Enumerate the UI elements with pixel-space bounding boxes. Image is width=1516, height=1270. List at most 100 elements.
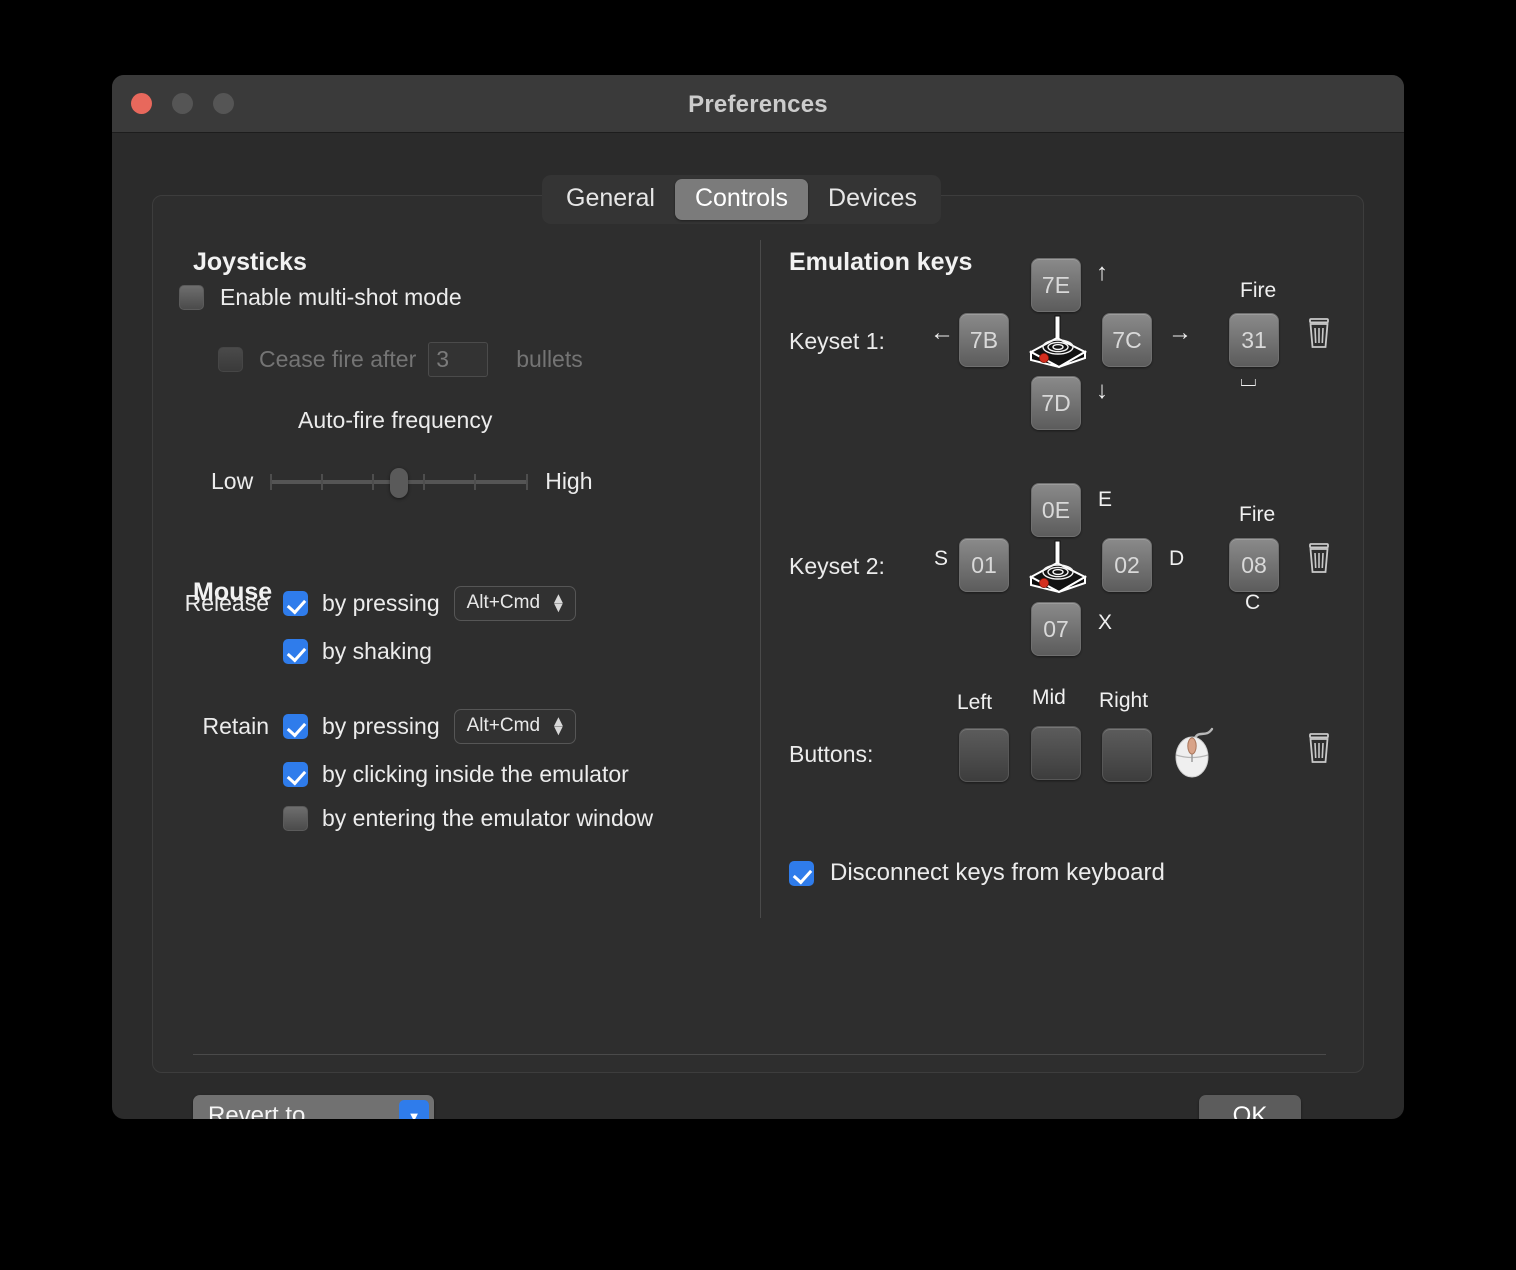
buttons-right-key[interactable] bbox=[1102, 728, 1152, 782]
keyset1-up-hint: ↑ bbox=[1096, 259, 1108, 286]
keyset1-row-label: Keyset 1: bbox=[789, 328, 885, 354]
buttons-row-label: Buttons: bbox=[789, 741, 874, 767]
auto-fire-slider[interactable] bbox=[270, 461, 529, 501]
buttons-mid-column-header: Mid bbox=[1032, 686, 1066, 709]
controls-panel: Joysticks Enable multi-shot mode Cease f… bbox=[152, 195, 1364, 1119]
retain-by-pressing-checkbox[interactable] bbox=[283, 714, 308, 739]
keyset2-right-hint: D bbox=[1169, 547, 1185, 570]
buttons-mid-key[interactable] bbox=[1031, 726, 1081, 780]
buttons-left-column-header: Left bbox=[957, 691, 993, 714]
keyset2-up-hint: E bbox=[1098, 488, 1113, 511]
release-modifier-value: Alt+Cmd bbox=[466, 592, 541, 613]
release-row-label: Release bbox=[184, 590, 269, 616]
keyset1-clear-trash-icon[interactable] bbox=[1304, 316, 1334, 350]
release-by-pressing-label: by pressing bbox=[322, 590, 440, 616]
revert-to-label: Revert to... bbox=[208, 1102, 326, 1119]
keyset2-fire-label: Fire bbox=[1239, 503, 1276, 526]
keyset1-left-hint: ← bbox=[930, 319, 954, 346]
auto-fire-frequency-label: Auto-fire frequency bbox=[298, 407, 493, 433]
auto-fire-slider-row: Low High bbox=[211, 461, 593, 501]
keyset1-right-key[interactable]: 7C bbox=[1102, 313, 1152, 367]
retain-by-pressing-label: by pressing bbox=[322, 713, 440, 739]
slider-tick bbox=[423, 474, 426, 490]
horizontal-divider bbox=[193, 1054, 1326, 1055]
disconnect-keys-checkbox[interactable] bbox=[789, 860, 814, 886]
keyset1-right-hint: → bbox=[1168, 319, 1192, 346]
slider-tick bbox=[474, 474, 477, 490]
keyset2-fire-key[interactable]: 08 bbox=[1229, 538, 1279, 592]
keyset2-clear-trash-icon[interactable] bbox=[1304, 541, 1334, 575]
slider-tick bbox=[526, 474, 529, 490]
mouse-group-gap bbox=[153, 682, 760, 709]
keyset2-down-key[interactable]: 07 bbox=[1031, 602, 1081, 656]
slider-tick bbox=[321, 474, 324, 490]
disconnect-keys-label: Disconnect keys from keyboard bbox=[830, 859, 1165, 886]
keyset1-down-hint: ↓ bbox=[1096, 377, 1108, 404]
keyset2-left-hint: S bbox=[934, 547, 949, 570]
release-by-pressing-checkbox[interactable] bbox=[283, 591, 308, 616]
cease-fire-label-before: Cease fire after bbox=[259, 346, 417, 372]
keyset2-right-key[interactable]: 02 bbox=[1102, 538, 1152, 592]
tab-bar: General Controls Devices bbox=[542, 175, 941, 224]
cease-fire-checkbox[interactable] bbox=[218, 347, 243, 372]
vertical-divider bbox=[760, 240, 761, 918]
keyset2-fire-hint: C bbox=[1245, 591, 1261, 614]
keyset1-fire-key[interactable]: 31 bbox=[1229, 313, 1279, 367]
keyset2-down-hint: X bbox=[1098, 611, 1113, 634]
tab-devices[interactable]: Devices bbox=[808, 179, 937, 220]
retain-by-entering-label: by entering the emulator window bbox=[322, 805, 654, 831]
retain-modifier-popup[interactable]: Alt+Cmd ▲ ▼ bbox=[453, 709, 576, 744]
release-modifier-popup[interactable]: Alt+Cmd ▲ ▼ bbox=[453, 586, 576, 621]
slider-tick bbox=[270, 474, 273, 490]
keyset1-fire-hint: ⌴ bbox=[1240, 368, 1257, 391]
mouse-icon bbox=[1175, 727, 1214, 778]
keyset1-down-key[interactable]: 7D bbox=[1031, 376, 1081, 430]
cease-fire-bullets-input[interactable]: 3 bbox=[428, 342, 489, 377]
keyset2-up-key[interactable]: 0E bbox=[1031, 483, 1081, 537]
retain-modifier-value: Alt+Cmd bbox=[466, 715, 541, 736]
keyset2-left-key[interactable]: 01 bbox=[959, 538, 1009, 592]
disconnect-keys-row[interactable]: Disconnect keys from keyboard bbox=[789, 859, 1165, 887]
tab-general[interactable]: General bbox=[546, 179, 675, 220]
mouse-options: Release by pressing Alt+Cmd ▲ ▼ by shakin… bbox=[153, 586, 760, 849]
buttons-left-key[interactable] bbox=[959, 728, 1009, 782]
retain-by-clicking-label: by clicking inside the emulator bbox=[322, 761, 629, 787]
window-title: Preferences bbox=[688, 91, 828, 118]
keyset2-row-label: Keyset 2: bbox=[789, 553, 885, 579]
joystick-icon bbox=[1028, 315, 1088, 369]
buttons-clear-trash-icon[interactable] bbox=[1304, 731, 1334, 765]
keyset1-fire-label: Fire bbox=[1240, 279, 1277, 302]
slider-tick bbox=[372, 474, 375, 490]
tab-controls[interactable]: Controls bbox=[674, 179, 809, 220]
chevron-down-icon[interactable]: ▼ bbox=[399, 1100, 429, 1119]
enable-multi-shot-row[interactable]: Enable multi-shot mode bbox=[179, 284, 462, 311]
window-titlebar: Preferences bbox=[112, 75, 1404, 133]
release-by-pressing-row[interactable]: Release by pressing Alt+Cmd ▲ ▼ bbox=[153, 586, 760, 621]
retain-by-clicking-checkbox[interactable] bbox=[283, 762, 308, 787]
chevron-updown-icon: ▲ ▼ bbox=[551, 589, 566, 616]
chevron-updown-icon: ▲ ▼ bbox=[551, 712, 566, 739]
keyset1-up-key[interactable]: 7E bbox=[1031, 258, 1081, 312]
joysticks-heading: Joysticks bbox=[193, 248, 307, 276]
enable-multi-shot-label: Enable multi-shot mode bbox=[220, 284, 462, 310]
release-by-shaking-label: by shaking bbox=[322, 638, 432, 664]
enable-multi-shot-checkbox[interactable] bbox=[179, 285, 204, 310]
revert-to-dropdown[interactable]: Revert to... ▼ bbox=[193, 1095, 434, 1119]
cease-fire-row[interactable]: Cease fire after 3 bullets bbox=[218, 342, 583, 377]
retain-by-clicking-row[interactable]: by clicking inside the emulator bbox=[153, 761, 760, 788]
retain-by-pressing-row[interactable]: Retain by pressing Alt+Cmd ▲ ▼ bbox=[153, 709, 760, 744]
retain-by-entering-row[interactable]: by entering the emulator window bbox=[153, 805, 760, 832]
retain-by-entering-checkbox[interactable] bbox=[283, 806, 308, 831]
cease-fire-label-after: bullets bbox=[516, 346, 583, 372]
keyset1-left-key[interactable]: 7B bbox=[959, 313, 1009, 367]
buttons-right-column-header: Right bbox=[1099, 689, 1149, 712]
release-by-shaking-row[interactable]: by shaking bbox=[153, 638, 760, 665]
retain-row-label: Retain bbox=[202, 713, 269, 739]
preferences-window: Preferences General Controls Devices Joy… bbox=[112, 75, 1404, 1119]
auto-fire-high-label: High bbox=[545, 467, 593, 494]
joystick-icon bbox=[1028, 540, 1088, 594]
ok-button[interactable]: OK bbox=[1199, 1095, 1301, 1119]
slider-knob[interactable] bbox=[390, 468, 409, 498]
auto-fire-low-label: Low bbox=[211, 467, 254, 494]
release-by-shaking-checkbox[interactable] bbox=[283, 639, 308, 664]
